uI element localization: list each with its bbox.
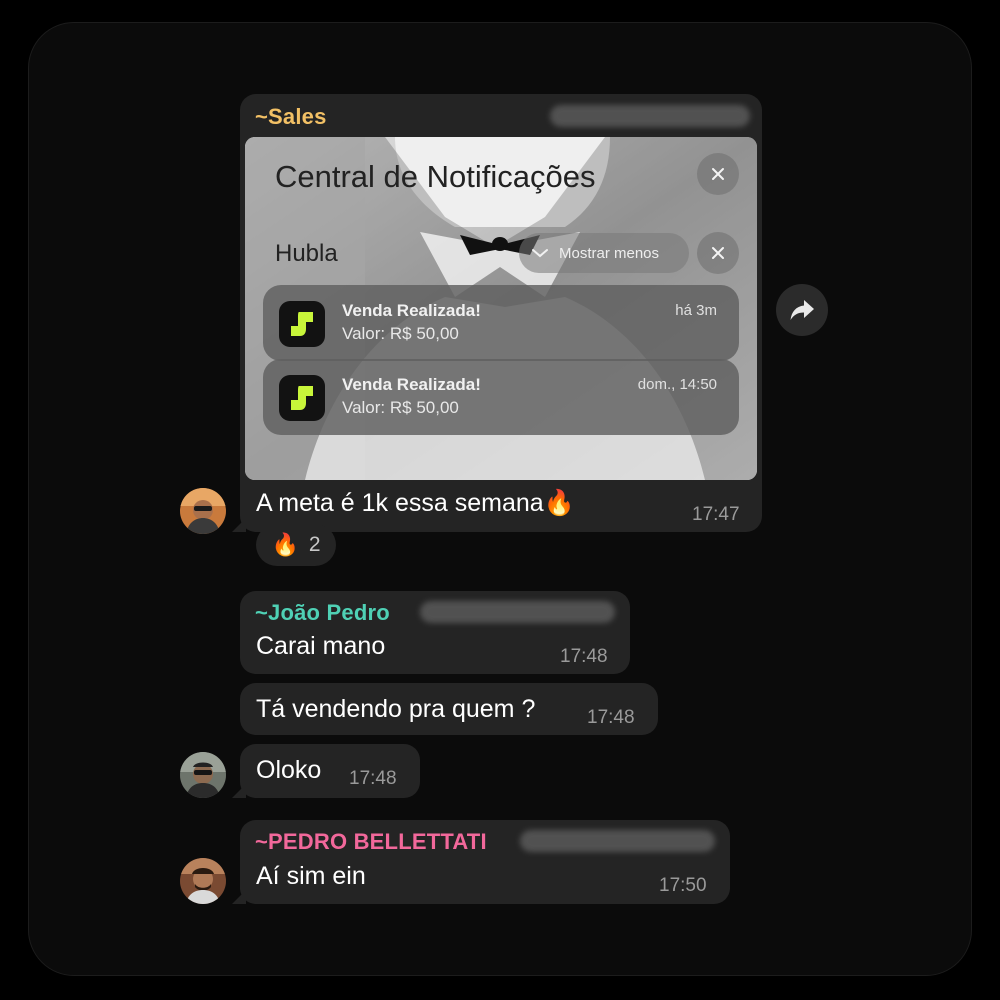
app-group-name: Hubla bbox=[275, 240, 338, 267]
notification-body: Valor: R$ 50,00 bbox=[342, 324, 459, 343]
notification-card[interactable]: Venda Realizada! Valor: R$ 50,00 dom., 1… bbox=[263, 359, 739, 435]
message-text: Aí sim ein bbox=[256, 862, 366, 890]
avatar[interactable] bbox=[180, 488, 226, 534]
close-button-top[interactable] bbox=[697, 153, 739, 195]
hubla-app-icon bbox=[279, 301, 325, 347]
sender-name-sales[interactable]: ~Sales bbox=[255, 104, 327, 130]
notification-screenshot[interactable]: Central de Notificações Hubla Mostrar me… bbox=[245, 137, 757, 480]
reaction-chip[interactable]: 🔥 2 bbox=[256, 524, 336, 566]
forward-button[interactable] bbox=[776, 284, 828, 336]
notification-body: Valor: R$ 50,00 bbox=[342, 398, 459, 417]
close-icon bbox=[712, 168, 724, 180]
message-time: 17:48 bbox=[560, 646, 608, 667]
sender-name-pedro[interactable]: ~PEDRO BELLETTATI bbox=[255, 829, 487, 855]
message-text: A meta é 1k essa semana🔥 bbox=[256, 489, 575, 517]
blurred-phone-number bbox=[420, 601, 615, 623]
blurred-phone-number bbox=[550, 105, 750, 127]
message-text: Oloko bbox=[256, 756, 322, 784]
close-group-button[interactable] bbox=[697, 232, 739, 274]
hubla-app-icon bbox=[279, 375, 325, 421]
sender-name-joao[interactable]: ~João Pedro bbox=[255, 600, 390, 626]
show-less-label: Mostrar menos bbox=[559, 244, 660, 262]
fire-emoji: 🔥 bbox=[543, 489, 575, 517]
close-icon bbox=[712, 247, 724, 259]
avatar[interactable] bbox=[180, 752, 226, 798]
chevron-down-icon bbox=[532, 249, 548, 258]
forward-arrow-icon bbox=[790, 300, 814, 320]
notification-title: Venda Realizada! bbox=[342, 375, 481, 394]
avatar[interactable] bbox=[180, 858, 226, 904]
message-text: Tá vendendo pra quem ? bbox=[256, 695, 536, 723]
message-time: 17:48 bbox=[349, 768, 397, 789]
message-time: 17:48 bbox=[587, 707, 635, 728]
notification-time: dom., 14:50 bbox=[637, 376, 717, 393]
notification-title: Venda Realizada! bbox=[342, 301, 481, 320]
message-time: 17:47 bbox=[692, 504, 740, 525]
message-time: 17:50 bbox=[659, 875, 707, 896]
reaction-count: 2 bbox=[308, 533, 321, 556]
reaction-emoji: 🔥 bbox=[271, 532, 299, 557]
message-text: Carai mano bbox=[256, 632, 386, 660]
notification-center-title: Central de Notificações bbox=[275, 159, 596, 194]
show-less-button[interactable]: Mostrar menos bbox=[519, 233, 689, 273]
notification-time: há 3m bbox=[675, 302, 717, 319]
blurred-phone-number bbox=[520, 830, 715, 852]
notification-card[interactable]: Venda Realizada! Valor: R$ 50,00 há 3m bbox=[263, 285, 739, 361]
